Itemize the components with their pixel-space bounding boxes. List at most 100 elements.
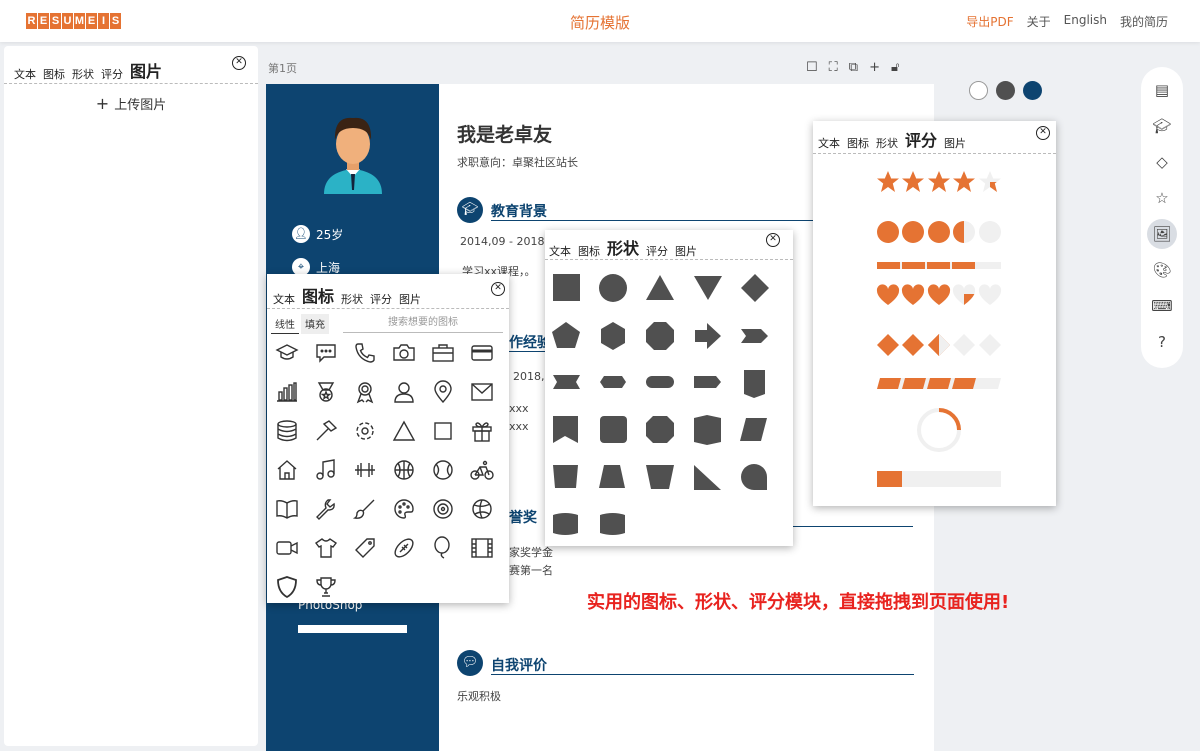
self-eval-text[interactable]: 乐观积极 — [457, 688, 501, 704]
work-line[interactable]: xxx — [509, 402, 529, 415]
diamond-rating[interactable] — [877, 334, 1001, 356]
graduation-cap-icon[interactable]: 🎓︎ — [1147, 111, 1177, 141]
tab-text[interactable]: 文本 — [273, 291, 295, 307]
baseball-icon[interactable] — [428, 455, 458, 485]
keyboard-icon[interactable]: ⌨ — [1147, 291, 1177, 321]
mail-icon[interactable] — [467, 377, 497, 407]
shield-icon[interactable] — [272, 572, 302, 602]
trophy-icon[interactable] — [311, 572, 341, 602]
unlock-icon[interactable]: 🔓︎ — [891, 60, 899, 75]
self-eval-title[interactable]: 自我评价 — [491, 655, 547, 675]
medal-icon[interactable] — [311, 377, 341, 407]
inverted-triangle-shape[interactable] — [694, 276, 722, 300]
tab-image[interactable]: 图片 — [130, 58, 162, 82]
basketball-icon[interactable] — [389, 455, 419, 485]
square-shape[interactable] — [553, 274, 580, 301]
banner-shape[interactable] — [744, 370, 765, 398]
english-link[interactable]: English — [1064, 13, 1107, 30]
add-icon[interactable]: + — [869, 60, 880, 75]
template-icon[interactable]: ▤ — [1147, 75, 1177, 105]
elongated-hexagon-shape[interactable] — [600, 376, 626, 388]
color-swatch-gray[interactable] — [996, 81, 1015, 100]
tag-icon[interactable] — [350, 533, 380, 563]
user-icon[interactable] — [389, 377, 419, 407]
select-icon[interactable]: ☐ — [806, 60, 818, 75]
trapezoid-up-shape[interactable] — [599, 465, 625, 488]
parallelogram-shape[interactable] — [740, 418, 767, 441]
bar-chart-icon[interactable] — [272, 377, 302, 407]
triangle-icon[interactable] — [389, 416, 419, 446]
phone-icon[interactable] — [350, 338, 380, 368]
bookmark-shape[interactable] — [553, 416, 578, 443]
tab-rating[interactable]: 评分 — [370, 291, 392, 307]
book-icon[interactable] — [272, 494, 302, 524]
tab-icon[interactable]: 图标 — [43, 66, 65, 82]
cut-square-shape[interactable] — [646, 416, 674, 443]
brush-icon[interactable] — [350, 494, 380, 524]
copy-icon[interactable]: ⧉ — [849, 60, 858, 75]
chevron-shape[interactable] — [741, 329, 768, 343]
award-title[interactable]: 誉奖 — [509, 507, 537, 527]
color-swatch-navy[interactable] — [1023, 81, 1042, 100]
icon-search-input[interactable]: 搜索想要的图标 — [343, 315, 503, 333]
shapes-icon[interactable]: ◇ — [1147, 147, 1177, 177]
star-icon[interactable]: ☆ — [1147, 183, 1177, 213]
fit-icon[interactable]: ⛶ — [829, 60, 838, 75]
rounded-square-shape[interactable] — [600, 416, 627, 443]
tab-text[interactable]: 文本 — [818, 135, 840, 151]
ribbon-shape[interactable] — [553, 375, 580, 389]
card-icon[interactable] — [467, 338, 497, 368]
square-icon[interactable] — [428, 416, 458, 446]
trapezoid-down-shape[interactable] — [646, 465, 674, 489]
education-date[interactable]: 2014,09 - 2018 — [460, 235, 544, 248]
chat-icon[interactable] — [311, 338, 341, 368]
dumbbell-icon[interactable] — [350, 455, 380, 485]
circle-rating[interactable] — [877, 221, 1001, 243]
graduation-cap-icon[interactable] — [272, 338, 302, 368]
target-icon[interactable] — [428, 494, 458, 524]
right-triangle-shape[interactable] — [694, 465, 721, 490]
tab-icon[interactable]: 图标 — [302, 283, 334, 307]
palette-icon[interactable]: 🎨︎ — [1147, 255, 1177, 285]
football-icon[interactable] — [389, 533, 419, 563]
award-item[interactable]: 家奖学金 — [509, 544, 553, 560]
about-link[interactable]: 关于 — [1027, 13, 1051, 30]
flag-shape[interactable] — [553, 513, 578, 535]
tab-text[interactable]: 文本 — [14, 66, 36, 82]
octagon-shape[interactable] — [646, 322, 674, 350]
video-icon[interactable] — [272, 533, 302, 563]
palette-icon[interactable] — [389, 494, 419, 524]
wrench-icon[interactable] — [311, 494, 341, 524]
wave-shape[interactable] — [694, 415, 721, 445]
gear-icon[interactable] — [350, 416, 380, 446]
location-icon[interactable] — [428, 377, 458, 407]
tshirt-icon[interactable] — [311, 533, 341, 563]
balloon-icon[interactable] — [428, 533, 458, 563]
hammer-icon[interactable] — [311, 416, 341, 446]
briefcase-icon[interactable] — [428, 338, 458, 368]
triangle-shape[interactable] — [646, 275, 674, 300]
award-item[interactable]: 赛第一名 — [509, 562, 553, 578]
close-icon[interactable]: ✕ — [491, 282, 505, 296]
tab-text[interactable]: 文本 — [549, 243, 571, 259]
tab-image[interactable]: 图片 — [399, 291, 421, 307]
bar-rating[interactable] — [877, 262, 1001, 269]
close-icon[interactable]: ✕ — [766, 233, 780, 247]
help-icon[interactable]: ? — [1147, 327, 1177, 357]
export-pdf-link[interactable]: 导出PDF — [966, 13, 1013, 30]
tab-shape[interactable]: 形状 — [876, 135, 898, 151]
my-resume-link[interactable]: 我的简历 — [1120, 13, 1168, 30]
arrow-shape[interactable] — [695, 323, 721, 349]
resume-name[interactable]: 我是老卓友 — [457, 120, 552, 147]
trapezoid-shape[interactable] — [553, 465, 578, 488]
pentagon-shape[interactable] — [552, 322, 580, 348]
heart-rating[interactable] — [876, 284, 1002, 305]
home-icon[interactable] — [272, 455, 302, 485]
tab-shape[interactable]: 形状 — [72, 66, 94, 82]
award-icon[interactable] — [350, 377, 380, 407]
color-swatch-white[interactable] — [969, 81, 988, 100]
circle-shape[interactable] — [599, 274, 627, 302]
camera-icon[interactable] — [389, 338, 419, 368]
ring-progress[interactable] — [917, 408, 961, 452]
resume-objective[interactable]: 求职意向：卓聚社区站长 — [457, 154, 578, 170]
